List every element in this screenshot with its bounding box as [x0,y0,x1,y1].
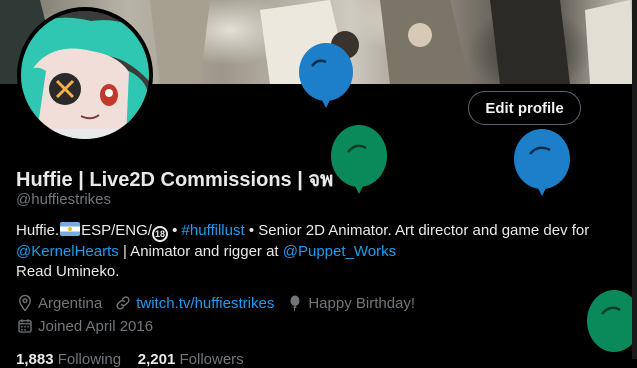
follow-stats: 1,883 Following 2,201 Followers [16,351,244,368]
profile-meta-row-joined: Joined April 2016 [16,317,165,335]
following-count: 1,883 [16,351,54,368]
bio-hashtag-link[interactable]: #huffillust [182,222,245,239]
profile-meta-row: Argentina twitch.tv/huffiestrikes Happy … [16,294,427,312]
bio-mention-puppetworks[interactable]: @Puppet_Works [283,243,396,260]
bio-text: ESP/ENG/ [81,222,152,239]
location-pin-icon [19,294,31,312]
birthday-balloon-icon [299,43,353,108]
joined-text: Joined April 2016 [38,317,154,335]
argentina-flag-icon [60,222,81,236]
joined-item: Joined April 2016 [16,317,153,335]
profile-bio: Huffie. ESP/ENG/18 • #huffillust • Senior… [16,221,596,282]
followers-link[interactable]: 2,201 Followers [138,351,244,368]
profile-handle: @huffiestrikes [16,191,111,208]
calendar-icon [18,319,32,333]
profile-avatar[interactable] [17,7,153,143]
location-text: Argentina [38,294,103,312]
balloon-icon [290,295,300,312]
bio-text: Huffie. [16,222,60,239]
edit-profile-button[interactable]: Edit profile [468,91,581,125]
birthday-balloon-icon [331,125,387,194]
bio-text: • Senior 2D Animator. Art director and g… [244,222,590,239]
following-link[interactable]: 1,883 Following [16,351,121,368]
page-scrollbar[interactable] [632,0,637,359]
birthday-text: Happy Birthday! [308,294,416,312]
followers-label: Followers [179,351,244,368]
link-icon [116,296,130,310]
birthday-balloon-icon [587,290,637,352]
followers-count: 2,201 [137,351,176,368]
website-item: twitch.tv/huffiestrikes [114,294,274,312]
bio-mention-kernelhearts[interactable]: @KernelHearts [16,243,119,260]
following-label: Following [57,351,122,368]
avatar-illustration [21,11,149,139]
bio-text: Read Umineko. [16,263,120,280]
birthday-item: Happy Birthday! [286,294,415,312]
age-18-icon: 18 [151,226,168,242]
bio-text: | Animator and rigger at [118,243,283,260]
website-link[interactable]: twitch.tv/huffiestrikes [136,295,274,312]
birthday-balloon-icon [514,129,570,196]
bio-text: • [167,222,182,239]
location-item: Argentina [16,294,102,312]
